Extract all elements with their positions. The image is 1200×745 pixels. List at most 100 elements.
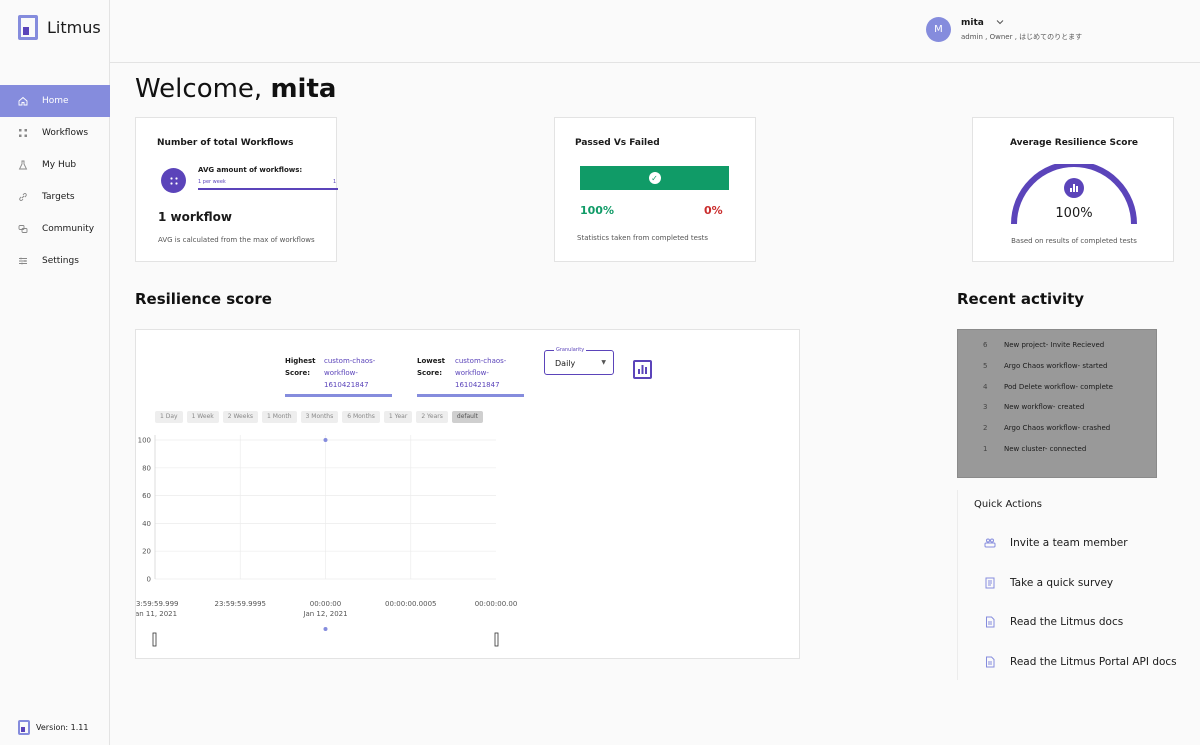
quick-action-label: Take a quick survey bbox=[1010, 577, 1114, 589]
sidebar-item-community[interactable]: Community bbox=[0, 213, 110, 245]
y-tick-label: 60 bbox=[142, 492, 151, 500]
activity-number: 5 bbox=[983, 361, 988, 370]
brush-handle-left bbox=[152, 632, 157, 647]
activity-number: 3 bbox=[983, 403, 988, 412]
data-point bbox=[323, 438, 328, 442]
y-tick-label: 20 bbox=[142, 548, 151, 556]
passed-failed-card: Passed Vs Failed ✓ 100% 0% Statistics ta… bbox=[554, 117, 756, 262]
welcome-user-name: mita bbox=[270, 74, 337, 104]
chevron-down-icon[interactable] bbox=[996, 18, 1004, 27]
flask-icon bbox=[18, 160, 28, 170]
version-label: Version: 1.11 bbox=[36, 723, 89, 732]
card-title: Number of total Workflows bbox=[157, 138, 294, 148]
quick-actions-panel: Quick Actions Invite a team member Take … bbox=[957, 490, 1187, 680]
workflows-icon bbox=[18, 128, 28, 138]
avatar[interactable]: M bbox=[926, 17, 951, 42]
total-workflows-card: Number of total Workflows AVG amount of … bbox=[135, 117, 338, 262]
failed-percent: 0% bbox=[704, 204, 723, 217]
sidebar-item-targets[interactable]: Targets bbox=[0, 181, 110, 213]
version-info: Version: 1.11 bbox=[18, 720, 88, 735]
sidebar-item-my-hub[interactable]: My Hub bbox=[0, 149, 110, 181]
resilience-score-value: 100% bbox=[1055, 206, 1093, 221]
survey-icon bbox=[984, 577, 996, 589]
y-tick-label: 0 bbox=[147, 576, 151, 584]
document-icon bbox=[984, 616, 996, 628]
activity-text: Pod Delete workflow- complete bbox=[1004, 382, 1113, 391]
activity-number: 4 bbox=[983, 382, 988, 391]
activity-text: New workflow- created bbox=[1004, 403, 1085, 412]
resilience-section-title: Resilience score bbox=[135, 290, 272, 308]
passed-failed-note: Statistics taken from completed tests bbox=[577, 234, 709, 242]
passed-bar: ✓ bbox=[580, 166, 729, 190]
x-tick-label: 00:00:00.0005 bbox=[385, 600, 436, 608]
settings-icon bbox=[18, 256, 28, 266]
invite-team-member-link[interactable]: Invite a team member bbox=[984, 537, 1128, 549]
page-title: Welcome, mita bbox=[135, 74, 336, 104]
y-tick-label: 40 bbox=[142, 520, 151, 528]
x-tick-date-label: Jan 12, 2021 bbox=[302, 610, 347, 618]
user-name: mita bbox=[961, 17, 984, 28]
activity-text: Argo Chaos workflow- started bbox=[1004, 361, 1108, 370]
avg-workflows-max: 1 bbox=[333, 179, 337, 185]
top-header: M mita admin , Owner , はじめてのりとます bbox=[110, 0, 1200, 63]
user-menu[interactable]: M mita admin , Owner , はじめてのりとます bbox=[926, 17, 1082, 42]
quick-action-label: Read the Litmus docs bbox=[1010, 616, 1124, 628]
passed-percent: 100% bbox=[580, 204, 614, 217]
welcome-prefix: Welcome, bbox=[135, 74, 263, 104]
sidebar-item-workflows[interactable]: Workflows bbox=[0, 117, 110, 149]
sidebar-item-label: My Hub bbox=[42, 160, 77, 170]
home-icon bbox=[18, 96, 28, 106]
x-tick-label: 00:00:00.00 bbox=[475, 600, 518, 608]
sidebar: Litmus Home Workflows My Hub Targets Com… bbox=[0, 0, 110, 745]
activity-number: 2 bbox=[983, 424, 988, 433]
x-tick-label: 23:59:59.9995 bbox=[215, 600, 266, 608]
team-icon bbox=[984, 537, 996, 549]
sidebar-item-label: Community bbox=[42, 224, 95, 234]
x-tick-label: 00:00:00 bbox=[310, 600, 341, 608]
link-icon bbox=[18, 192, 28, 202]
activity-text: New project- Invite Recieved bbox=[1004, 341, 1105, 349]
user-role: admin , Owner , はじめてのりとます bbox=[961, 32, 1083, 41]
activity-number: 1 bbox=[983, 445, 988, 453]
recent-activity-title: Recent activity bbox=[957, 290, 1085, 308]
litmus-docs-link[interactable]: Read the Litmus docs bbox=[984, 616, 1123, 628]
workflow-count: 1 workflow bbox=[158, 210, 232, 224]
activity-number: 6 bbox=[983, 341, 988, 349]
workflows-icon bbox=[161, 168, 186, 193]
y-tick-label: 100 bbox=[138, 437, 151, 445]
sidebar-item-settings[interactable]: Settings bbox=[0, 245, 110, 277]
check-icon: ✓ bbox=[648, 172, 661, 184]
litmus-logo-icon bbox=[18, 15, 38, 40]
activity-text: New cluster- connected bbox=[1004, 445, 1087, 453]
recent-activity-panel: 6 New project- Invite Recieved 5 Argo Chaos… bbox=[957, 329, 1157, 478]
quick-action-label: Invite a team member bbox=[1010, 537, 1128, 549]
document-icon bbox=[984, 656, 996, 668]
brush-handle-right bbox=[494, 632, 499, 647]
api-docs-link[interactable]: Read the Litmus Portal API docs bbox=[984, 656, 1177, 668]
resilience-score-card: Average Resilience Score 100% Based on r… bbox=[972, 117, 1174, 262]
take-survey-link[interactable]: Take a quick survey bbox=[984, 577, 1113, 589]
x-tick-date-label: Jan 11, 2021 bbox=[136, 610, 177, 618]
sidebar-nav: Home Workflows My Hub Targets Community bbox=[0, 85, 110, 277]
brand-name: Litmus bbox=[47, 18, 101, 37]
avg-workflows-label: AVG amount of workflows: bbox=[198, 166, 303, 174]
x-tick-label: 23:59:59.999 bbox=[136, 600, 179, 608]
sidebar-item-label: Workflows bbox=[42, 128, 89, 138]
quick-actions-title: Quick Actions bbox=[974, 499, 1042, 510]
card-title: Passed Vs Failed bbox=[575, 138, 660, 148]
community-icon bbox=[18, 224, 28, 234]
resilience-chart: 100 80 60 40 20 0 23:59:59.999 Jan 11, 2021 23:5… bbox=[136, 435, 518, 647]
y-tick-label: 80 bbox=[142, 464, 151, 472]
sidebar-item-home[interactable]: Home bbox=[0, 85, 110, 117]
workflow-note: AVG is calculated from the max of workfl… bbox=[158, 236, 315, 244]
sidebar-item-label: Settings bbox=[42, 256, 79, 266]
brand[interactable]: Litmus bbox=[18, 15, 101, 40]
resilience-score-panel: Highest Score: custom-chaos- workflow- 1… bbox=[135, 329, 800, 659]
brush-data-point bbox=[323, 627, 328, 631]
card-title: Average Resilience Score bbox=[1009, 138, 1139, 148]
resilience-score-note: Based on results of completed tests bbox=[1011, 237, 1137, 245]
litmus-logo-icon bbox=[18, 720, 30, 735]
sidebar-item-label: Targets bbox=[42, 192, 75, 202]
sidebar-item-label: Home bbox=[42, 96, 69, 106]
quick-action-label: Read the Litmus Portal API docs bbox=[1010, 656, 1177, 668]
